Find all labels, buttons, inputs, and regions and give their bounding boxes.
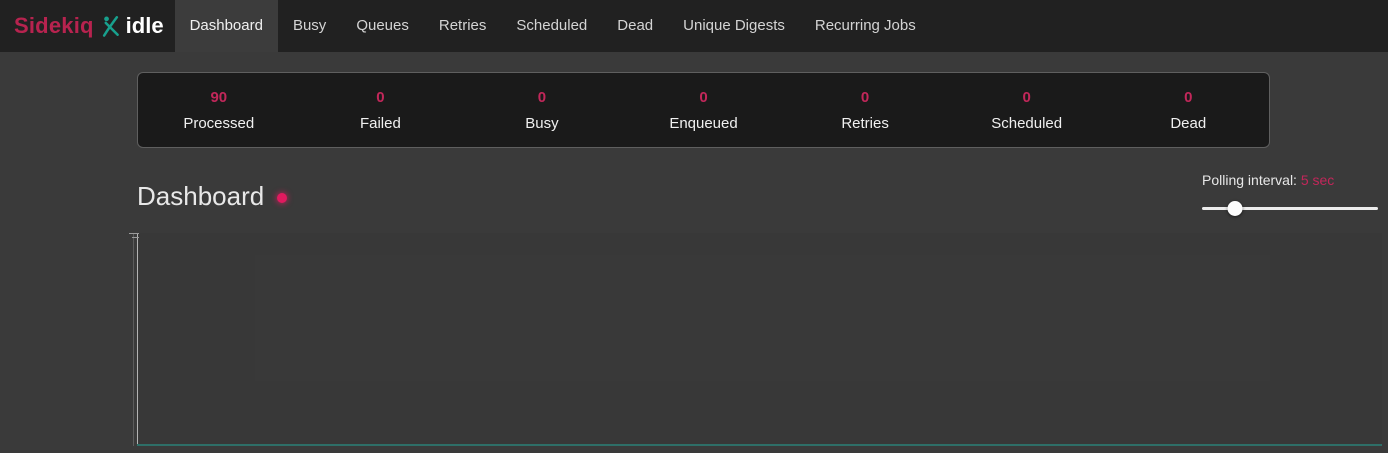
stat-label-retries: Retries (841, 115, 889, 132)
nav-tab-recurring-jobs[interactable]: Recurring Jobs (800, 0, 931, 52)
polling-interval-control: Polling interval: 5 sec (1202, 172, 1378, 216)
nav-tab-queues[interactable]: Queues (341, 0, 424, 52)
stat-label-dead: Dead (1170, 115, 1206, 132)
stat-scheduled[interactable]: 0 Scheduled (946, 89, 1108, 132)
stat-value-busy: 0 (538, 89, 546, 106)
slider-thumb[interactable] (1228, 201, 1243, 216)
nav-tab-dead[interactable]: Dead (602, 0, 668, 52)
stat-label-scheduled: Scheduled (991, 115, 1062, 132)
page-title-text: Dashboard (137, 181, 264, 212)
live-beacon-dot (277, 193, 287, 203)
nav-tabs: DashboardBusyQueuesRetriesScheduledDeadU… (175, 0, 931, 52)
stat-label-processed: Processed (183, 115, 254, 132)
graph-y-axis (137, 233, 138, 446)
nav-tab-busy[interactable]: Busy (278, 0, 341, 52)
nav-tab-unique-digests[interactable]: Unique Digests (668, 0, 800, 52)
stat-dead[interactable]: 0 Dead (1107, 89, 1269, 132)
stat-value-dead: 0 (1184, 89, 1192, 106)
realtime-graph (137, 233, 1382, 446)
top-navbar: Sidekiq idle DashboardBusyQueuesRetriesS… (0, 0, 1388, 52)
sidekiq-dashboard-page: Sidekiq idle DashboardBusyQueuesRetriesS… (0, 0, 1388, 453)
stat-value-processed: 90 (210, 89, 227, 106)
nav-tab-dashboard[interactable]: Dashboard (175, 0, 278, 52)
stat-processed[interactable]: 90 Processed (138, 89, 300, 132)
graph-y-axis-tick (129, 233, 139, 234)
page-title: Dashboard (137, 181, 287, 212)
process-status-label: idle (126, 13, 164, 39)
stat-value-scheduled: 0 (1023, 89, 1031, 106)
stat-enqueued[interactable]: 0 Enqueued (623, 89, 785, 132)
stat-value-retries: 0 (861, 89, 869, 106)
stat-busy[interactable]: 0 Busy (461, 89, 623, 132)
graph-y-axis-tick (132, 237, 139, 238)
polling-interval-slider[interactable] (1202, 200, 1378, 216)
sidekiq-gymnast-icon (101, 15, 120, 37)
stat-value-failed: 0 (376, 89, 384, 106)
stat-label-busy: Busy (525, 115, 558, 132)
polling-interval-label-text: Polling interval: (1202, 172, 1297, 188)
stat-value-enqueued: 0 (699, 89, 707, 106)
polling-interval-label: Polling interval: 5 sec (1202, 172, 1378, 188)
graph-zero-line (137, 444, 1382, 446)
polling-interval-value: 5 sec (1301, 172, 1334, 188)
stat-retries[interactable]: 0 Retries (784, 89, 946, 132)
stat-failed[interactable]: 0 Failed (300, 89, 462, 132)
stat-label-failed: Failed (360, 115, 401, 132)
graph-y-axis-outer-line (133, 233, 134, 446)
nav-tab-scheduled[interactable]: Scheduled (501, 0, 602, 52)
summary-bar: 90 Processed 0 Failed 0 Busy 0 Enqueued 0 Retries… (137, 72, 1270, 148)
stat-label-enqueued: Enqueued (669, 115, 737, 132)
sidekiq-logo-text: Sidekiq (14, 13, 94, 39)
brand-home-link[interactable]: Sidekiq idle (0, 0, 175, 52)
nav-tab-retries[interactable]: Retries (424, 0, 502, 52)
